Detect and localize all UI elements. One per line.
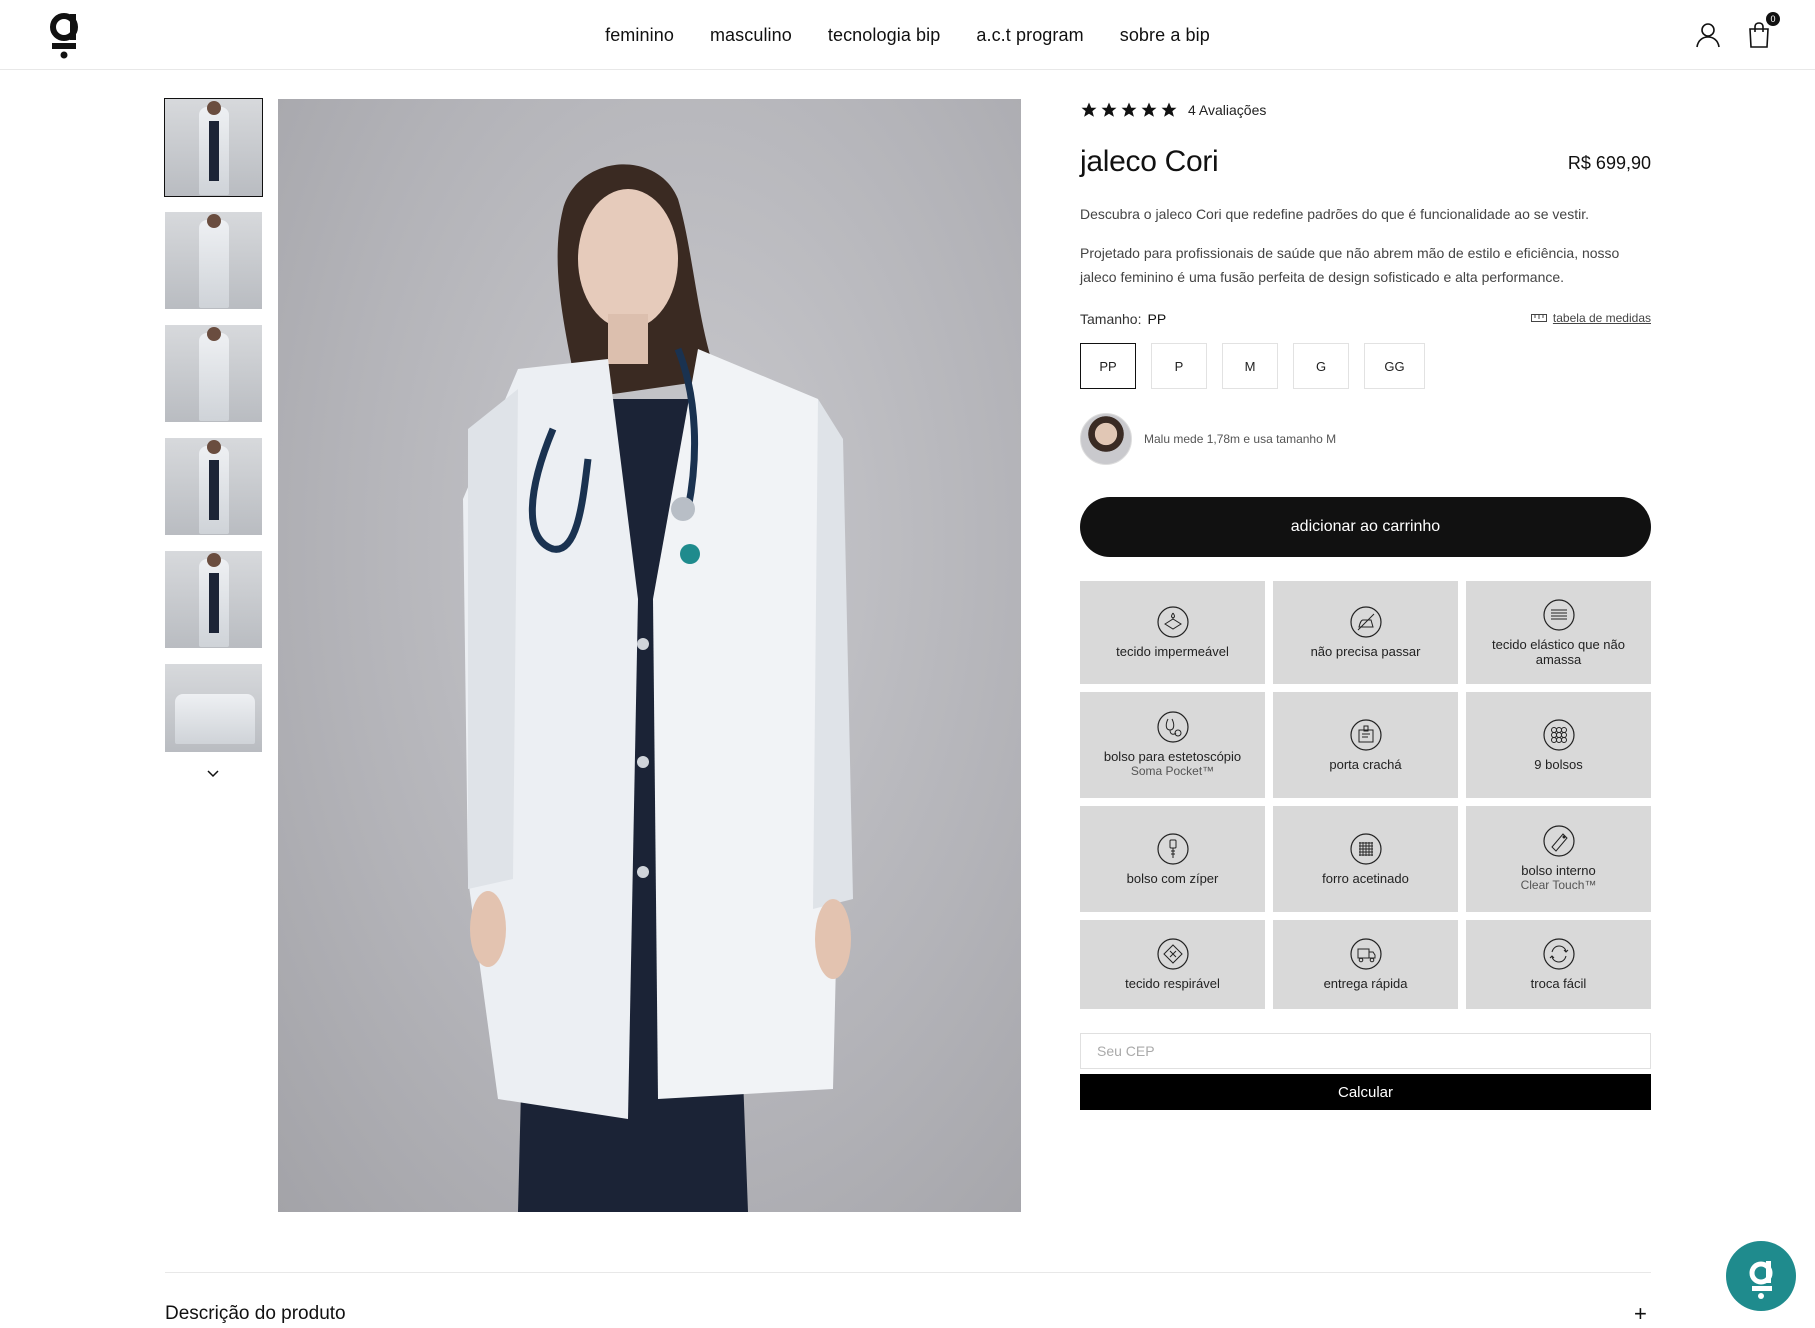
- waterproof-icon: [1156, 606, 1189, 638]
- main-nav: feminino masculino tecnologia bip a.c.t …: [0, 0, 1815, 70]
- thumbnail-list: [164, 98, 263, 768]
- calculate-button[interactable]: Calcular: [1080, 1074, 1651, 1110]
- feature-label: troca fácil: [1530, 976, 1587, 991]
- fast-delivery-icon: [1349, 938, 1382, 970]
- selected-size: PP: [1147, 311, 1167, 327]
- bip-logo[interactable]: [44, 10, 84, 60]
- feature-label: entrega rápida: [1323, 976, 1408, 991]
- satin-lining-icon: [1349, 832, 1382, 865]
- nav-tecnologia-bip[interactable]: tecnologia bip: [828, 25, 941, 46]
- pockets-icon: [1542, 718, 1575, 751]
- feature-tile: tecido elástico que não amassa: [1466, 581, 1651, 684]
- easy-exchange-icon: [1542, 938, 1575, 970]
- feature-tile: 9 bolsos: [1466, 692, 1651, 798]
- product-description-body: Projetado para profissionais de saúde qu…: [1080, 245, 1620, 285]
- star-icon: [1101, 102, 1117, 117]
- size-option-g[interactable]: G: [1293, 343, 1349, 389]
- feature-label: tecido elástico que não amassa: [1492, 636, 1625, 667]
- thumbnail[interactable]: [165, 212, 262, 309]
- size-option-m[interactable]: M: [1222, 343, 1278, 389]
- nav-act-program[interactable]: a.c.t program: [976, 25, 1083, 46]
- product-title: jaleco Cori: [1080, 145, 1219, 178]
- feature-tile: bolso interno Clear Touch™: [1466, 806, 1651, 912]
- feature-label: forro acetinado: [1322, 870, 1409, 886]
- size-label: Tamanho:: [1080, 311, 1142, 327]
- thumbnail[interactable]: [165, 664, 262, 752]
- feature-tile: não precisa passar: [1273, 581, 1458, 684]
- feature-label: tecido impermeável: [1116, 644, 1229, 659]
- feature-tile: bolso com zíper: [1080, 806, 1265, 912]
- breathable-icon: [1156, 938, 1189, 970]
- inner-pocket-icon: [1542, 825, 1575, 857]
- model-avatar: [1080, 413, 1132, 465]
- feature-tile: porta crachá: [1273, 692, 1458, 798]
- chevron-down-icon[interactable]: [203, 764, 223, 784]
- size-selector-header: Tamanho: PP tabela de medidas: [1080, 311, 1651, 331]
- size-table-link[interactable]: tabela de medidas: [1530, 311, 1651, 325]
- size-option-pp[interactable]: PP: [1080, 343, 1136, 389]
- product-description-intro: Descubra o jaleco Cori que redefine padr…: [1080, 206, 1589, 222]
- feature-label: porta crachá: [1329, 756, 1402, 772]
- stethoscope-icon: [1156, 711, 1189, 743]
- thumbnail[interactable]: [165, 325, 262, 422]
- model-illustration: [463, 164, 853, 1212]
- cep-input[interactable]: [1080, 1033, 1651, 1069]
- star-icon: [1161, 102, 1177, 117]
- badge-icon: [1349, 718, 1382, 751]
- stretch-fabric-icon: [1542, 598, 1575, 631]
- nav-sobre-a-bip[interactable]: sobre a bip: [1120, 25, 1210, 46]
- star-icon: [1121, 102, 1137, 117]
- feature-label: bolso para estetoscópio: [1103, 749, 1242, 764]
- product-price: R$ 699,90: [1567, 153, 1651, 173]
- ruler-icon: [1530, 314, 1547, 322]
- chat-icon: [1749, 1261, 1773, 1299]
- cart-count-badge: 0: [1766, 12, 1780, 26]
- plus-icon[interactable]: +: [1634, 1303, 1647, 1325]
- features-grid: tecido impermeável não precisa passar te…: [1080, 581, 1651, 1009]
- thumbnail[interactable]: [165, 438, 262, 535]
- feature-tile: entrega rápida: [1273, 920, 1458, 1009]
- feature-tile: troca fácil: [1466, 920, 1651, 1009]
- product-info: 4 Avaliações jaleco Cori R$ 699,90 Descu…: [1080, 99, 1651, 1110]
- star-icon: [1141, 102, 1157, 117]
- description-accordion-title[interactable]: Descrição do produto: [165, 1303, 346, 1325]
- user-icon[interactable]: [1693, 20, 1723, 50]
- feature-tile: tecido impermeável: [1080, 581, 1265, 684]
- model-info: Malu mede 1,78m e usa tamanho M: [1080, 413, 1651, 465]
- no-iron-icon: [1349, 606, 1382, 638]
- zipper-icon: [1156, 832, 1189, 865]
- size-option-gg[interactable]: GG: [1364, 343, 1425, 389]
- thumbnail[interactable]: [164, 98, 263, 197]
- feature-tile: tecido respirável: [1080, 920, 1265, 1009]
- feature-tile: forro acetinado: [1273, 806, 1458, 912]
- reviews-count[interactable]: 4 Avaliações: [1188, 102, 1266, 118]
- size-options: PP P M G GG: [1080, 343, 1651, 389]
- feature-sublabel: Clear Touch™: [1520, 878, 1597, 892]
- size-option-p[interactable]: P: [1151, 343, 1207, 389]
- feature-label: tecido respirável: [1125, 976, 1220, 991]
- chat-button[interactable]: [1726, 1241, 1796, 1311]
- product-main-image: [278, 99, 1021, 1212]
- feature-label: bolso com zíper: [1126, 870, 1219, 886]
- site-header: feminino masculino tecnologia bip a.c.t …: [0, 0, 1815, 70]
- size-table-label: tabela de medidas: [1552, 311, 1651, 325]
- add-to-cart-button[interactable]: adicionar ao carrinho: [1080, 497, 1651, 557]
- nav-feminino[interactable]: feminino: [605, 25, 674, 46]
- nav-masculino[interactable]: masculino: [710, 25, 792, 46]
- thumbnail[interactable]: [165, 551, 262, 648]
- star-rating: [1080, 101, 1178, 119]
- rating[interactable]: 4 Avaliações: [1080, 99, 1651, 121]
- divider: [165, 1272, 1651, 1273]
- feature-tile: bolso para estetoscópio Soma Pocket™: [1080, 692, 1265, 798]
- feature-label: bolso interno: [1521, 863, 1596, 878]
- feature-label: não precisa passar: [1310, 644, 1421, 659]
- feature-label: 9 bolsos: [1534, 756, 1583, 772]
- title-row: jaleco Cori R$ 699,90: [1080, 145, 1651, 179]
- model-info-text: Malu mede 1,78m e usa tamanho M: [1144, 432, 1337, 446]
- feature-sublabel: Soma Pocket™: [1130, 764, 1215, 778]
- star-icon: [1081, 102, 1097, 117]
